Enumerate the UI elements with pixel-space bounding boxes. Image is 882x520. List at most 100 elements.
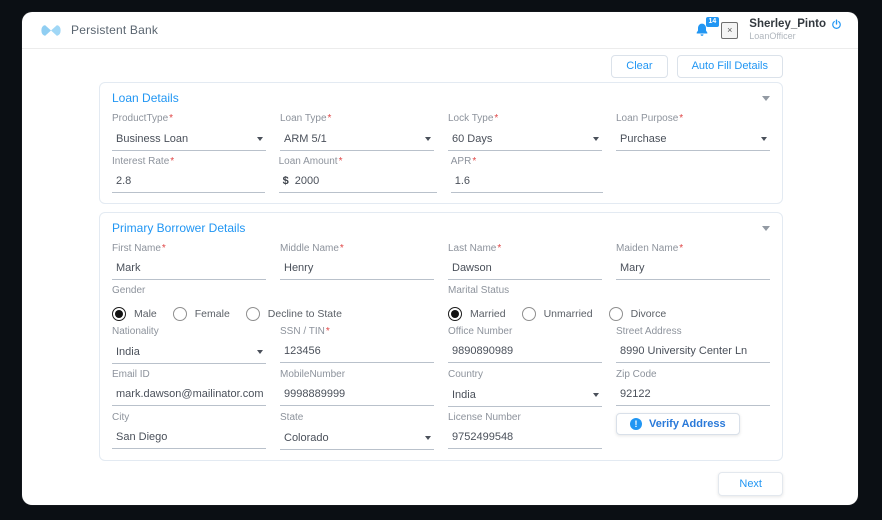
country-value: India [452, 389, 476, 401]
collapse-chevron-icon[interactable] [762, 96, 770, 101]
gender-female-radio[interactable]: Female [173, 307, 230, 321]
clear-button[interactable]: Clear [611, 55, 667, 78]
lock-type-select[interactable]: 60 Days [448, 132, 602, 151]
required-mark: * [497, 243, 501, 254]
loan-row-1: ProductType* Business Loan Loan Type* AR… [112, 113, 770, 151]
apr-label: APR [451, 156, 472, 167]
license-number-label: License Number [448, 412, 521, 423]
loan-details-card: Loan Details ProductType* Business Loan … [99, 82, 783, 204]
required-mark: * [169, 113, 173, 124]
loan-type-label: Loan Type [280, 113, 327, 124]
lock-type-field: Lock Type* 60 Days [448, 113, 602, 151]
license-number-field: License Number [448, 412, 602, 450]
autofill-button[interactable]: Auto Fill Details [677, 55, 783, 78]
loan-purpose-label: Loan Purpose [616, 113, 678, 124]
radio-icon [112, 307, 126, 321]
caret-down-icon [761, 137, 767, 141]
mobile-number-input[interactable] [280, 388, 434, 406]
state-select[interactable]: Colorado [280, 431, 434, 450]
toolbar: Clear Auto Fill Details [99, 55, 783, 78]
interest-rate-field: Interest Rate* [112, 156, 265, 193]
lock-type-value: 60 Days [452, 133, 492, 145]
radio-icon [522, 307, 536, 321]
required-mark: * [326, 326, 330, 337]
license-number-input[interactable] [448, 431, 602, 449]
office-number-field: Office Number [448, 326, 602, 364]
product-type-value: Business Loan [116, 133, 188, 145]
caret-down-icon [257, 137, 263, 141]
loan-purpose-select[interactable]: Purchase [616, 132, 770, 151]
ssn-input[interactable] [280, 345, 434, 363]
borrower-row-identity: Nationality India SSN / TIN* Office Numb… [112, 326, 770, 364]
email-input[interactable] [112, 388, 266, 406]
marital-divorce-radio[interactable]: Divorce [609, 307, 667, 321]
zip-code-label: Zip Code [616, 369, 657, 380]
required-mark: * [328, 113, 332, 124]
street-address-field: Street Address [616, 326, 770, 364]
apr-field: APR* [451, 156, 604, 193]
street-address-label: Street Address [616, 326, 682, 337]
loan-type-select[interactable]: ARM 5/1 [280, 132, 434, 151]
user-name: Sherley_Pinto [749, 18, 826, 31]
country-field: Country India [448, 369, 602, 407]
marital-unmarried-radio[interactable]: Unmarried [522, 307, 593, 321]
product-type-label: ProductType [112, 113, 168, 124]
last-name-input[interactable] [448, 262, 602, 280]
user-role: LoanOfficer [749, 32, 842, 42]
empty-cell [617, 156, 770, 193]
lock-type-label: Lock Type [448, 113, 493, 124]
zip-code-input[interactable] [616, 388, 770, 406]
street-address-input[interactable] [616, 345, 770, 363]
next-button[interactable]: Next [718, 472, 783, 496]
product-type-field: ProductType* Business Loan [112, 113, 266, 151]
middle-name-input[interactable] [280, 262, 434, 280]
product-type-select[interactable]: Business Loan [112, 132, 266, 151]
loan-type-field: Loan Type* ARM 5/1 [280, 113, 434, 151]
required-mark: * [162, 243, 166, 254]
logout-power-icon[interactable] [831, 19, 842, 30]
mobile-number-label: MobileNumber [280, 369, 345, 380]
first-name-input[interactable] [112, 262, 266, 280]
marital-married-radio[interactable]: Married [448, 307, 506, 321]
loan-details-title: Loan Details [112, 91, 179, 105]
marital-status-field: Marital Status Married Unmarried Divorce [448, 285, 770, 321]
borrower-details-title: Primary Borrower Details [112, 221, 245, 235]
office-number-label: Office Number [448, 326, 512, 337]
country-select[interactable]: India [448, 388, 602, 407]
city-label: City [112, 412, 129, 423]
marital-status-radio-group: Married Unmarried Divorce [448, 304, 770, 321]
middle-name-label: Middle Name [280, 243, 339, 254]
gender-label: Gender [112, 285, 145, 296]
app-bar: Persistent Bank 14 × Sherley_Pinto [22, 12, 858, 49]
city-input[interactable] [112, 431, 266, 449]
loan-type-value: ARM 5/1 [284, 133, 327, 145]
interest-rate-label: Interest Rate [112, 156, 169, 167]
gender-radio-group: Male Female Decline to State [112, 304, 434, 321]
loan-amount-input[interactable] [295, 175, 437, 187]
loan-amount-field: Loan Amount* $ [279, 156, 437, 193]
borrower-row-names: First Name* Middle Name* Last Name* Maid… [112, 243, 770, 280]
email-field: Email ID [112, 369, 266, 407]
middle-name-field: Middle Name* [280, 243, 434, 280]
gender-male-radio[interactable]: Male [112, 307, 157, 321]
radio-icon [448, 307, 462, 321]
state-field: State Colorado [280, 412, 434, 450]
office-number-input[interactable] [448, 345, 602, 363]
loan-purpose-value: Purchase [620, 133, 666, 145]
nationality-field: Nationality India [112, 326, 266, 364]
gender-decline-radio[interactable]: Decline to State [246, 307, 342, 321]
nationality-label: Nationality [112, 326, 159, 337]
maiden-name-input[interactable] [616, 262, 770, 280]
dollar-prefix: $ [283, 175, 289, 187]
borrower-row-contact: Email ID MobileNumber Country India Zip … [112, 369, 770, 407]
nationality-value: India [116, 346, 140, 358]
nationality-select[interactable]: India [112, 345, 266, 364]
collapse-chevron-icon[interactable] [762, 226, 770, 231]
verify-address-button[interactable]: ! Verify Address [616, 413, 740, 435]
first-name-field: First Name* [112, 243, 266, 280]
bank-logo-icon [40, 23, 62, 38]
notifications-bell-icon[interactable]: 14 [694, 22, 710, 38]
apr-input[interactable] [451, 175, 604, 193]
caret-down-icon [257, 350, 263, 354]
interest-rate-input[interactable] [112, 175, 265, 193]
